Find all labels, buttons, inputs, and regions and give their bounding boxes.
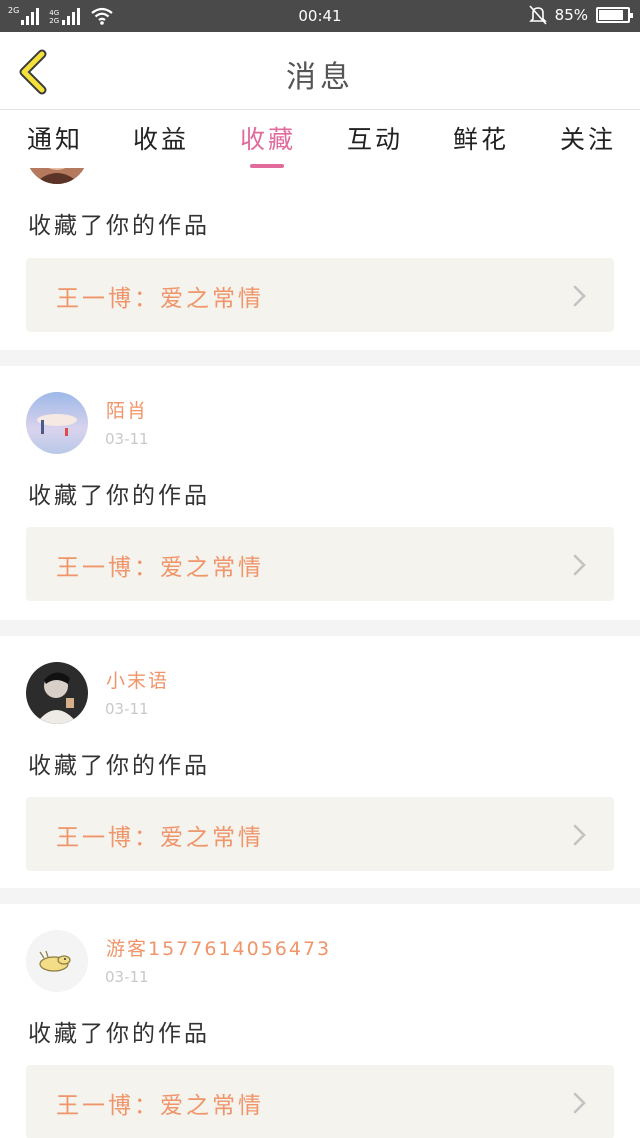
work-link[interactable]: 王一博：爱之常情 [26,797,614,871]
tab-following[interactable]: 关注 [560,120,616,156]
avatar[interactable] [26,168,88,184]
avatar[interactable] [26,930,88,992]
timestamp: 03-11 [105,700,149,718]
chevron-right-icon [573,285,586,307]
divider [0,888,640,904]
battery-fill [599,10,623,20]
list-item: 小末语 03-11 收藏了你的作品 王一博：爱之常情 [0,636,640,888]
chevron-right-icon [573,1092,586,1114]
tab-bar: 通知 收益 收藏 互动 鲜花 关注 [0,110,640,168]
battery-icon [596,7,633,23]
chevron-right-icon [573,824,586,846]
battery-percent: 85% [554,6,588,24]
action-text: 收藏了你的作品 [28,483,210,509]
list-item: 陌肖 03-11 收藏了你的作品 王一博：爱之常情 [0,366,640,620]
timestamp: 03-11 [105,968,149,986]
app-header: 消息 [0,32,640,110]
work-title: 王一博：爱之常情 [56,825,264,851]
avatar[interactable] [26,392,88,454]
page-title: 消息 [286,60,354,95]
chevron-right-icon [573,554,586,576]
tab-interactions[interactable]: 互动 [347,120,403,156]
tab-favorites[interactable]: 收藏 [240,120,296,156]
tab-flowers[interactable]: 鲜花 [453,120,509,156]
avatar[interactable] [26,662,88,724]
work-link[interactable]: 王一博：爱之常情 [26,258,614,332]
divider [0,350,640,366]
work-title: 王一博：爱之常情 [56,1093,264,1119]
username[interactable]: 游客1577614056473 [106,934,331,961]
list-item: 收藏了你的作品 王一博：爱之常情 [0,168,640,350]
action-text: 收藏了你的作品 [28,1021,210,1047]
bell-muted-icon [528,5,547,25]
divider [0,620,640,636]
status-bar: 2G 4G 2G 00:41 85% [0,0,640,32]
action-text: 收藏了你的作品 [28,753,210,779]
tab-notifications[interactable]: 通知 [27,120,83,156]
work-link[interactable]: 王一博：爱之常情 [26,527,614,601]
work-title: 王一博：爱之常情 [56,555,264,581]
work-title: 王一博：爱之常情 [56,286,264,312]
list-item: 游客1577614056473 03-11 收藏了你的作品 王一博：爱之常情 [0,904,640,1138]
status-right: 85% [528,5,633,25]
username[interactable]: 陌肖 [106,396,148,423]
action-text: 收藏了你的作品 [28,213,210,239]
timestamp: 03-11 [105,430,149,448]
tab-earnings[interactable]: 收益 [133,120,189,156]
favorites-feed[interactable]: 收藏了你的作品 王一博：爱之常情 陌肖 03-11 收藏了你的作品 王一博：爱之… [0,168,640,1138]
work-link[interactable]: 王一博：爱之常情 [26,1065,614,1138]
username[interactable]: 小末语 [106,666,169,693]
